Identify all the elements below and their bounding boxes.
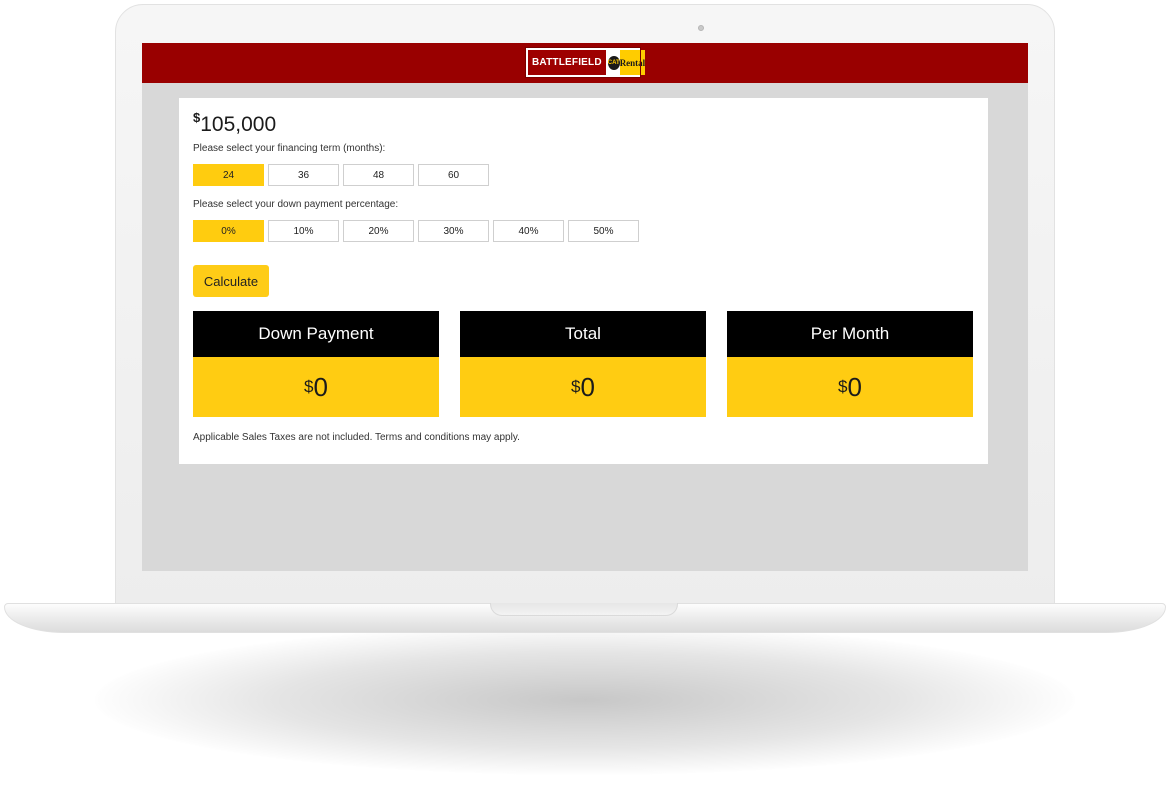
down-payment-option[interactable]: 30% (418, 220, 489, 242)
result-amount: 0 (313, 371, 328, 402)
result-label: Per Month (727, 311, 973, 357)
result-value: $0 (460, 357, 706, 417)
laptop-mockup: BATTLEFIELD CAT Rental $105,000 Please s… (0, 0, 1170, 803)
result-value: $0 (193, 357, 439, 417)
equipment-price: $105,000 (193, 110, 276, 137)
result-currency: $ (571, 377, 581, 396)
site-header: BATTLEFIELD CAT Rental (142, 43, 1028, 83)
term-option[interactable]: 48 (343, 164, 414, 186)
term-option[interactable]: 36 (268, 164, 339, 186)
down-payment-option[interactable]: 10% (268, 220, 339, 242)
laptop-screen: BATTLEFIELD CAT Rental $105,000 Please s… (142, 43, 1028, 571)
term-option[interactable]: 24 (193, 164, 264, 186)
down-payment-options: 0% 10% 20% 30% 40% 50% (193, 220, 639, 242)
down-payment-result: Down Payment $0 (193, 311, 439, 417)
down-payment-option[interactable]: 20% (343, 220, 414, 242)
result-value: $0 (727, 357, 973, 417)
term-options: 24 36 48 60 (193, 164, 489, 186)
result-amount: 0 (580, 371, 595, 402)
logo-suffix: Rental (619, 50, 646, 75)
battlefield-cat-rental-logo[interactable]: BATTLEFIELD CAT Rental (525, 47, 646, 78)
term-prompt: Please select your financing term (month… (193, 143, 386, 154)
down-payment-option[interactable]: 40% (493, 220, 564, 242)
per-month-result: Per Month $0 (727, 311, 973, 417)
price-amount: 105,000 (200, 113, 277, 136)
camera-icon (698, 25, 704, 31)
total-result: Total $0 (460, 311, 706, 417)
laptop-shadow (95, 625, 1075, 775)
laptop-notch (490, 603, 678, 616)
result-currency: $ (304, 377, 314, 396)
result-currency: $ (838, 377, 848, 396)
down-payment-option[interactable]: 0% (193, 220, 264, 242)
calculate-button[interactable]: Calculate (193, 265, 269, 297)
result-amount: 0 (847, 371, 862, 402)
financing-calculator-card: $105,000 Please select your financing te… (179, 98, 988, 464)
cat-badge-icon: CAT (607, 55, 620, 70)
term-option[interactable]: 60 (418, 164, 489, 186)
down-payment-prompt: Please select your down payment percenta… (193, 199, 399, 210)
disclaimer-text: Applicable Sales Taxes are not included.… (193, 432, 520, 443)
result-label: Total (460, 311, 706, 357)
logo-brand: BATTLEFIELD (528, 50, 606, 75)
down-payment-option[interactable]: 50% (568, 220, 639, 242)
result-label: Down Payment (193, 311, 439, 357)
